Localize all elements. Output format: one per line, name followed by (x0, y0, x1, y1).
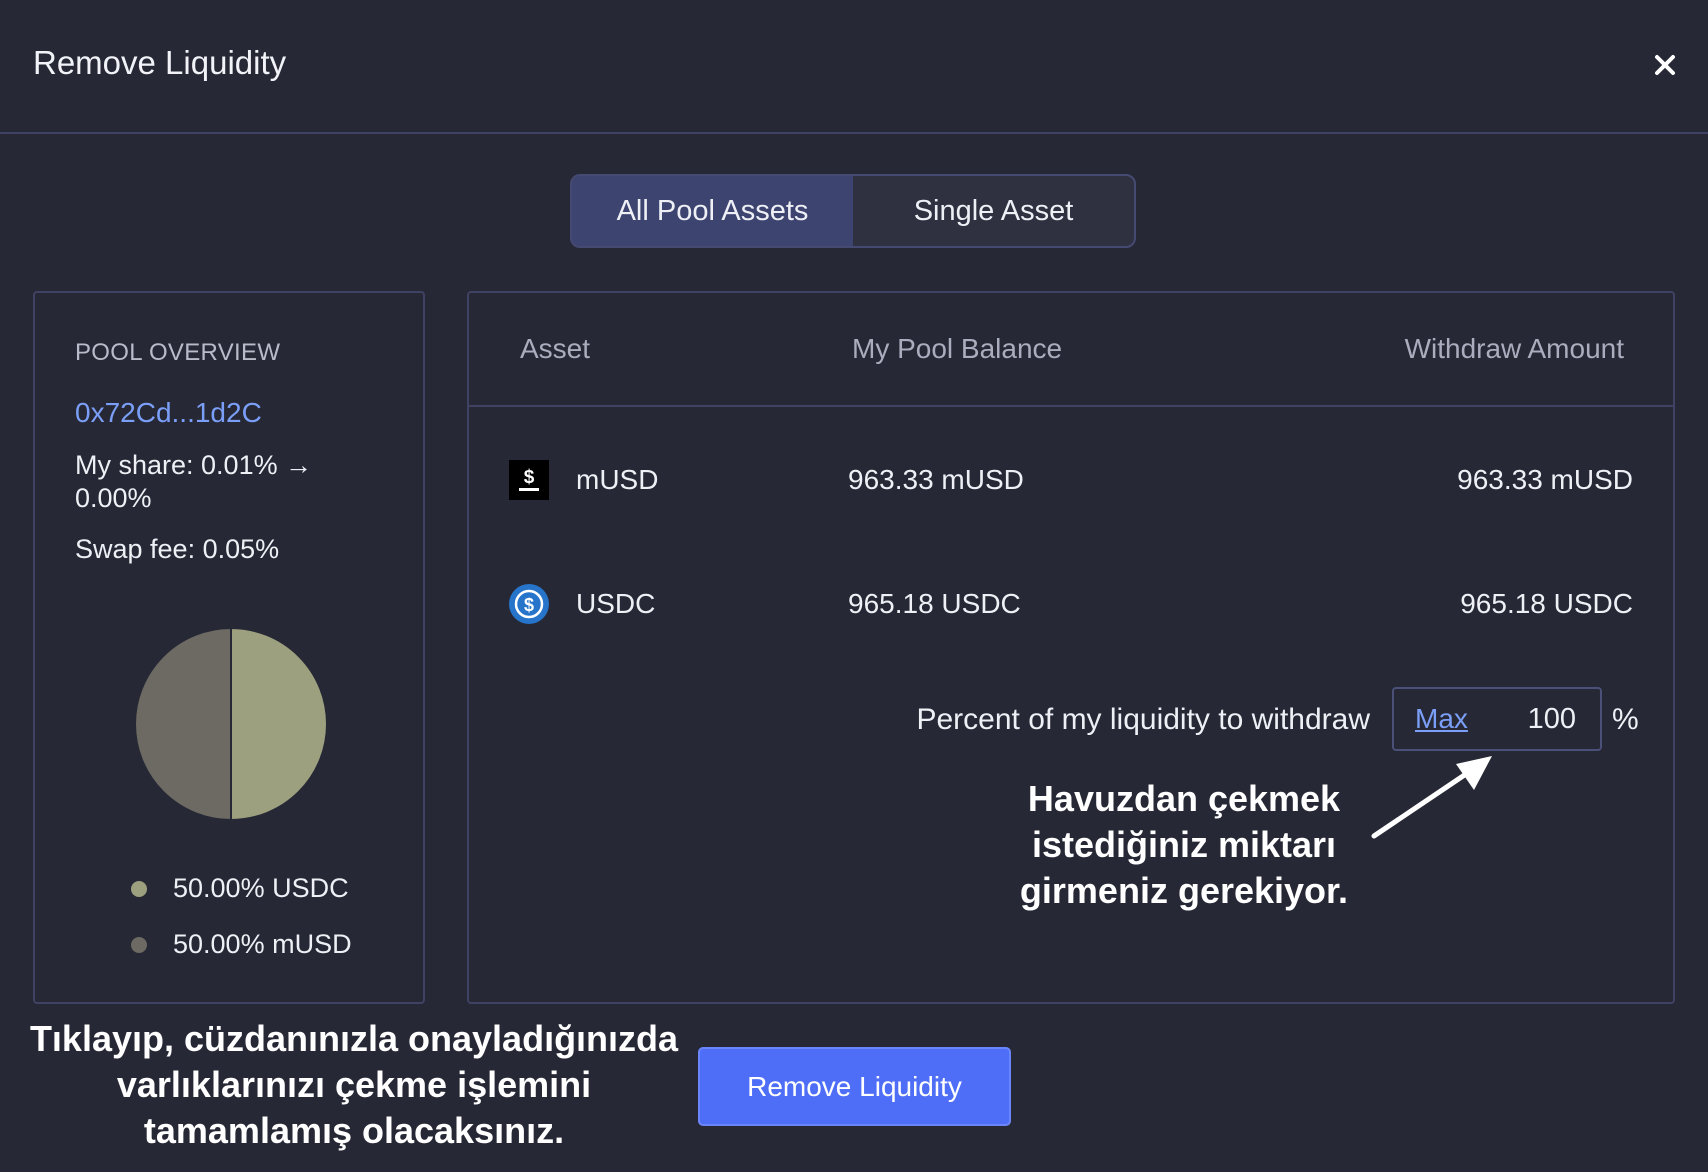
max-button[interactable]: Max (1415, 703, 1468, 735)
table-row: $ USDC 965.18 USDC 965.18 USDC (469, 574, 1673, 634)
tab-all-pool-assets[interactable]: All Pool Assets (572, 176, 853, 246)
modal-header: Remove Liquidity (0, 0, 1708, 134)
pool-balance: 965.18 USDC (848, 588, 1021, 619)
legend-item-musd: 50.00% mUSD (131, 929, 352, 960)
mode-tabs: All Pool Assets Single Asset (570, 174, 1136, 248)
pool-overview-panel: POOL OVERVIEW 0x72Cd...1d2C My share: 0.… (33, 291, 425, 1004)
pool-address-link[interactable]: 0x72Cd...1d2C (75, 397, 262, 429)
legend-label: 50.00% USDC (173, 873, 349, 903)
modal-title: Remove Liquidity (33, 44, 287, 81)
column-header-withdraw: Withdraw Amount (1404, 333, 1624, 364)
usdc-icon: $ (509, 584, 549, 624)
withdraw-amount: 963.33 mUSD (1457, 464, 1633, 495)
svg-text:$: $ (524, 595, 534, 615)
pool-balance: 963.33 mUSD (848, 464, 1024, 495)
swap-fee-text: Swap fee: 0.05% (75, 534, 280, 564)
my-share-text: My share: 0.01% → 0.00% (75, 450, 313, 513)
table-row: $ mUSD 963.33 mUSD 963.33 mUSD (469, 450, 1673, 510)
tab-single-asset[interactable]: Single Asset (853, 176, 1134, 246)
pie-slice-usdc (230, 626, 328, 822)
percent-sign: % (1612, 703, 1639, 736)
legend-dot-usdc (131, 880, 147, 897)
close-icon[interactable] (1648, 48, 1682, 82)
pool-overview-label: POOL OVERVIEW (75, 339, 281, 366)
pool-composition-pie (134, 626, 328, 822)
musd-icon: $ (509, 460, 549, 500)
table-header: Asset My Pool Balance Withdraw Amount (469, 293, 1673, 407)
column-header-balance: My Pool Balance (852, 333, 1063, 364)
input-hint-annotation: Havuzdan çekmek istediğiniz miktarı girm… (1019, 778, 1349, 911)
percent-input[interactable] (1484, 699, 1576, 739)
remove-liquidity-button[interactable]: Remove Liquidity (698, 1047, 1011, 1126)
legend-label: 50.00% mUSD (173, 929, 352, 959)
pie-slice-musd (134, 626, 232, 822)
arrow-icon (1371, 756, 1492, 839)
svg-text:$: $ (524, 467, 535, 488)
legend-dot-musd (131, 936, 147, 953)
column-header-asset: Asset (520, 333, 591, 364)
button-hint-annotation: Tıklayıp, cüzdanınızla onayladığınızda v… (29, 1018, 679, 1151)
legend-item-usdc: 50.00% USDC (131, 873, 349, 904)
percent-input-box: Max (1392, 687, 1602, 751)
asset-name: USDC (576, 588, 656, 619)
withdraw-amount: 965.18 USDC (1460, 588, 1633, 619)
percent-label: Percent of my liquidity to withdraw (916, 703, 1370, 736)
asset-name: mUSD (576, 464, 659, 495)
